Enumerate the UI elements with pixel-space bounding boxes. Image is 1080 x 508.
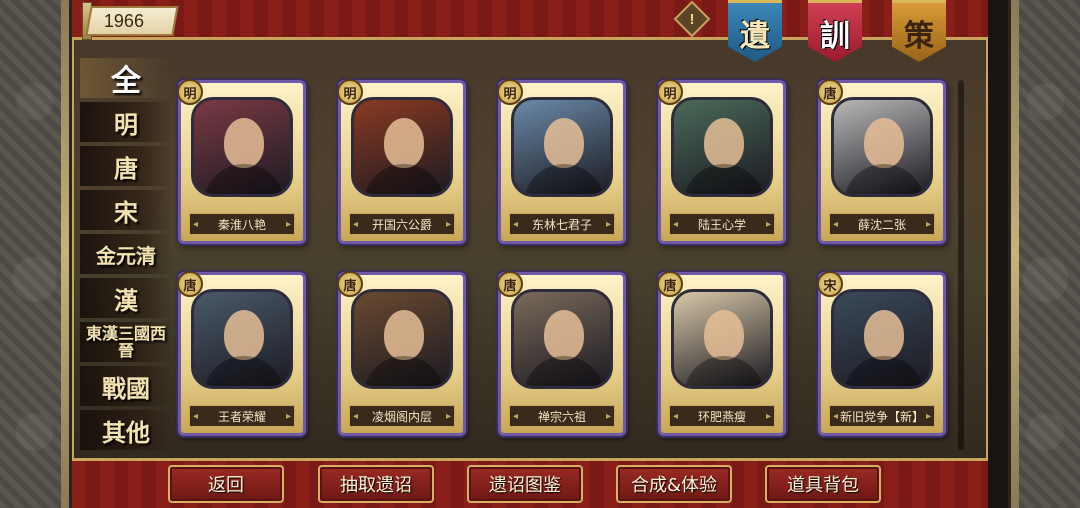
dynasty-badge: 唐 [817, 79, 843, 105]
dynasty-badge: 明 [657, 79, 683, 105]
dynasty-tab-other[interactable]: 其他 [80, 410, 172, 450]
card-scrollbar[interactable] [958, 80, 964, 450]
card-edict[interactable]: 唐 薛沈二张 [817, 79, 946, 244]
dynasty-tab-tang[interactable]: 唐 [80, 146, 172, 186]
card-name: 东林七君子 [509, 213, 615, 235]
card-edict[interactable]: 明 东林七君子 [497, 79, 626, 244]
card-name: 陆王心学 [669, 213, 775, 235]
portrait-image [191, 97, 293, 197]
portrait-image [671, 289, 773, 389]
synthesize-experience-button[interactable]: 合成&体验 [616, 465, 732, 503]
card-name: 新旧党争【新】 [829, 405, 935, 427]
score-value: 1966 [104, 10, 145, 31]
portrait-image [191, 289, 293, 389]
dynasty-badge: 唐 [337, 271, 363, 297]
score-display: 1966 [85, 6, 179, 36]
dynasty-tab-song[interactable]: 宋 [80, 190, 172, 230]
card-name: 秦淮八艳 [189, 213, 295, 235]
card-name: 薛沈二张 [829, 213, 935, 235]
card-edict[interactable]: 宋 新旧党争【新】 [817, 271, 946, 436]
item-bag-button[interactable]: 道具背包 [765, 465, 881, 503]
dynasty-badge: 宋 [817, 271, 843, 297]
dynasty-badge: 明 [177, 79, 203, 105]
dynasty-tab-three-kingdoms[interactable]: 東漢三國西晉 [80, 322, 172, 362]
card-edict[interactable]: 唐 环肥燕瘦 [657, 271, 786, 436]
portrait-image [351, 289, 453, 389]
portrait-image [511, 289, 613, 389]
info-icon-symbol: ! [689, 10, 695, 28]
dynasty-tab-warring-states[interactable]: 戰國 [80, 366, 172, 406]
dynasty-badge: 唐 [177, 271, 203, 297]
card-edict[interactable]: 明 陆王心学 [657, 79, 786, 244]
portrait-image [831, 289, 933, 389]
card-name: 禅宗六祖 [509, 405, 615, 427]
card-name: 开国六公爵 [349, 213, 455, 235]
dynasty-tab-jin-yuan-qing[interactable]: 金元清 [80, 234, 172, 274]
dynasty-tab-all[interactable]: 全 [80, 58, 172, 99]
card-name: 王者荣耀 [189, 405, 295, 427]
card-edict[interactable]: 唐 凌烟阁内层 [337, 271, 466, 436]
card-edict[interactable]: 明 开国六公爵 [337, 79, 466, 244]
dynasty-badge: 唐 [657, 271, 683, 297]
left-decorative-border [0, 0, 72, 508]
dynasty-tab-ming[interactable]: 明 [80, 102, 172, 142]
dynasty-filter-sidebar: 全 明 唐 宋 金元清 漢 東漢三國西晉 戰國 其他 [80, 58, 172, 458]
back-button[interactable]: 返回 [168, 465, 284, 503]
dynasty-badge: 明 [337, 79, 363, 105]
card-name: 凌烟阁内层 [349, 405, 455, 427]
card-edict[interactable]: 明 秦淮八艳 [177, 79, 306, 244]
dynasty-badge: 明 [497, 79, 523, 105]
card-edict[interactable]: 唐 禅宗六祖 [497, 271, 626, 436]
edict-gallery-button[interactable]: 遗诏图鉴 [467, 465, 583, 503]
right-decorative-border [1008, 0, 1080, 508]
dynasty-tab-han[interactable]: 漢 [80, 278, 172, 318]
draw-edict-button[interactable]: 抽取遗诏 [318, 465, 434, 503]
portrait-image [351, 97, 453, 197]
portrait-image [671, 97, 773, 197]
portrait-image [831, 97, 933, 197]
dynasty-badge: 唐 [497, 271, 523, 297]
card-name: 环肥燕瘦 [669, 405, 775, 427]
card-edict[interactable]: 唐 王者荣耀 [177, 271, 306, 436]
portrait-image [511, 97, 613, 197]
